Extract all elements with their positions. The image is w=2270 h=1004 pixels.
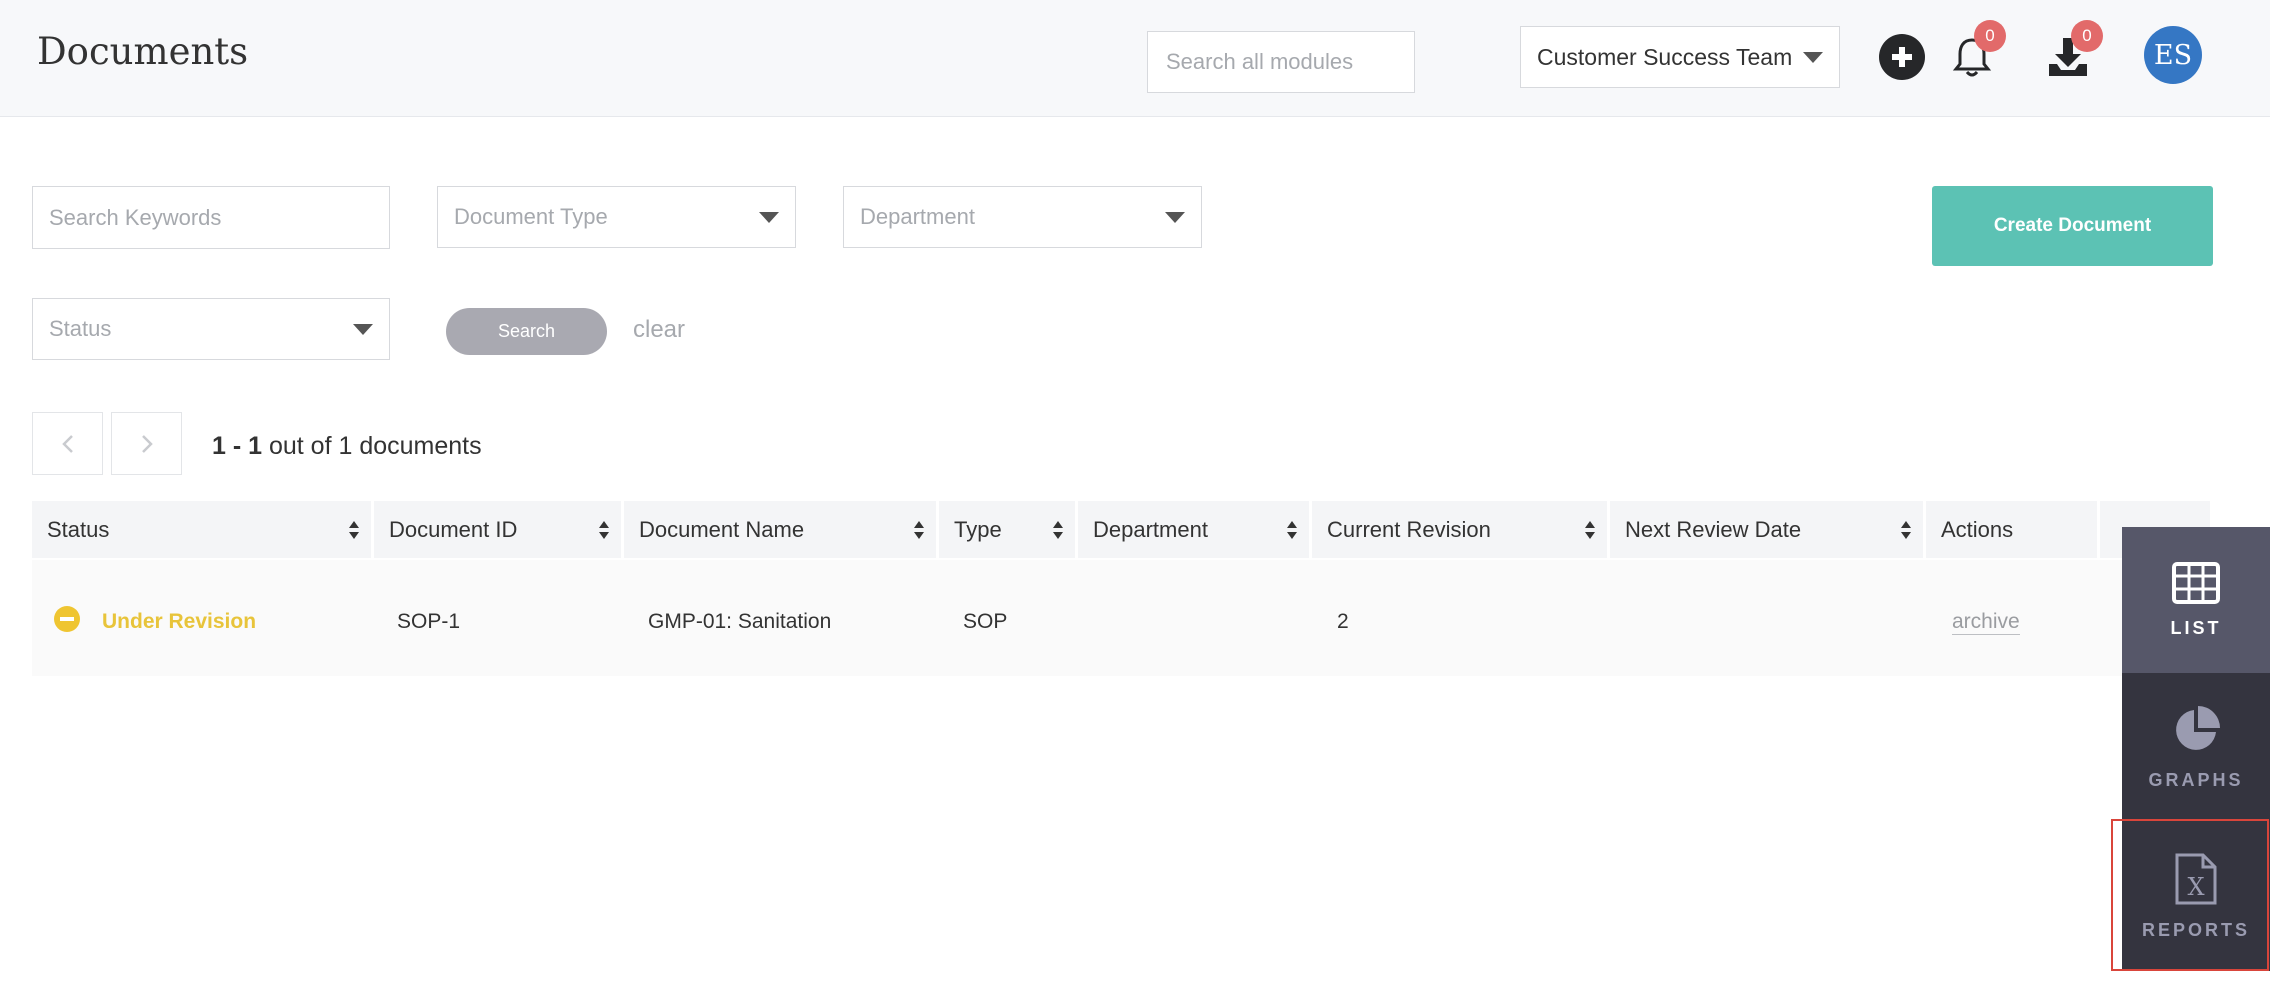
- column-header-label: Next Review Date: [1625, 516, 1802, 542]
- user-avatar[interactable]: ES: [2144, 26, 2202, 84]
- keywords-search-input[interactable]: [32, 186, 390, 249]
- pagination-total: out of 1 documents: [262, 432, 482, 460]
- sort-icon: [914, 521, 924, 539]
- column-header-document-name[interactable]: Document Name: [624, 501, 939, 558]
- under-revision-icon: [54, 606, 80, 632]
- chevron-down-icon: [1803, 51, 1823, 63]
- chevron-down-icon: [759, 211, 779, 223]
- status-select[interactable]: Status: [32, 298, 390, 360]
- notifications-button[interactable]: 0: [1952, 20, 2006, 82]
- row-type: SOP: [963, 610, 1008, 633]
- previous-page-button[interactable]: [32, 412, 103, 475]
- excel-file-icon: X: [2175, 853, 2217, 904]
- pagination-summary: 1 - 1 out of 1 documents: [212, 432, 482, 461]
- row-document-name: GMP-01: Sanitation: [648, 610, 832, 633]
- column-header-current-revision[interactable]: Current Revision: [1312, 501, 1610, 558]
- team-selector-dropdown[interactable]: Customer Success Team: [1520, 26, 1840, 88]
- column-header-actions: Actions: [1926, 501, 2100, 558]
- side-tab-label: GRAPHS: [2148, 769, 2244, 790]
- status-label: Status: [49, 316, 112, 341]
- document-type-label: Document Type: [454, 204, 608, 229]
- sort-icon: [349, 521, 359, 539]
- side-tab-label: LIST: [2170, 617, 2222, 638]
- top-header: Documents Customer Success Team 0 0 ES: [0, 0, 2270, 117]
- column-header-label: Document ID: [389, 516, 518, 542]
- table-grid-icon: [2172, 561, 2220, 604]
- search-button[interactable]: Search: [446, 308, 607, 355]
- archive-link[interactable]: archive: [1952, 610, 2020, 635]
- add-button[interactable]: [1879, 34, 1925, 80]
- chevron-down-icon: [353, 323, 373, 335]
- column-header-label: Department: [1093, 516, 1208, 542]
- next-page-button[interactable]: [111, 412, 182, 475]
- table-header: Status Document ID Document Name Type De…: [32, 501, 2210, 558]
- chevron-left-icon: [61, 434, 73, 453]
- column-header-type[interactable]: Type: [939, 501, 1078, 558]
- column-header-document-id[interactable]: Document ID: [374, 501, 624, 558]
- column-header-label: Current Revision: [1327, 516, 1491, 542]
- document-type-select[interactable]: Document Type: [437, 186, 796, 248]
- sort-icon: [1585, 521, 1595, 539]
- pagination-range: 1 - 1: [212, 432, 263, 460]
- column-header-label: Document Name: [639, 516, 805, 542]
- create-document-button[interactable]: Create Document: [1932, 186, 2213, 266]
- side-tab-list[interactable]: LIST: [2122, 527, 2270, 673]
- column-header-next-review-date[interactable]: Next Review Date: [1610, 501, 1926, 558]
- sort-icon: [1053, 521, 1063, 539]
- column-header-label: Actions: [1941, 516, 2014, 542]
- column-header-label: Status: [47, 516, 110, 542]
- table-row[interactable]: Under Revision SOP-1 GMP-01: Sanitation …: [32, 560, 2210, 676]
- sort-icon: [599, 521, 609, 539]
- side-tab-graphs[interactable]: GRAPHS: [2122, 673, 2270, 821]
- column-header-label: Type: [954, 516, 1002, 542]
- notifications-badge: 0: [1974, 20, 2006, 52]
- team-selector-label: Customer Success Team: [1537, 43, 1793, 70]
- downloads-button[interactable]: 0: [2045, 20, 2103, 82]
- row-document-id: SOP-1: [397, 610, 461, 633]
- side-tab-label: REPORTS: [2141, 919, 2250, 940]
- plus-icon: [1892, 47, 1912, 67]
- global-search-input[interactable]: [1147, 31, 1415, 93]
- svg-text:X: X: [2187, 873, 2204, 901]
- pie-chart-icon: [2176, 705, 2220, 750]
- sort-icon: [1901, 521, 1911, 539]
- row-status: Under Revision: [102, 610, 257, 633]
- page-title: Documents: [37, 30, 249, 73]
- sort-icon: [1287, 521, 1297, 539]
- department-select[interactable]: Department: [843, 186, 1202, 248]
- side-tab-reports[interactable]: X REPORTS: [2122, 821, 2270, 971]
- downloads-badge: 0: [2071, 20, 2103, 52]
- column-header-department[interactable]: Department: [1078, 501, 1312, 558]
- row-current-revision: 2: [1337, 610, 1349, 633]
- department-label: Department: [860, 204, 975, 229]
- chevron-down-icon: [1165, 211, 1185, 223]
- column-header-status[interactable]: Status: [32, 501, 374, 558]
- clear-filters-link[interactable]: clear: [633, 316, 685, 344]
- chevron-right-icon: [141, 434, 153, 453]
